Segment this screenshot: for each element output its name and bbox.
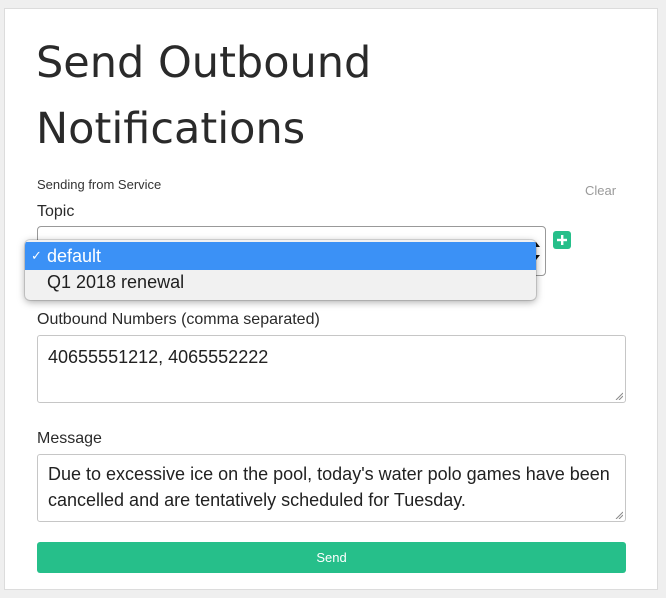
topic-label: Topic [37, 203, 75, 220]
topic-option-default[interactable]: ✓ default [25, 242, 536, 270]
message-field[interactable]: Due to excessive ice on the pool, today'… [37, 454, 626, 522]
add-topic-button[interactable] [553, 231, 571, 249]
resize-handle-icon[interactable] [615, 511, 623, 519]
checkmark-icon: ✓ [31, 248, 42, 263]
page-title: Send Outbound Notifications [36, 38, 372, 154]
topic-option-q1-2018-renewal[interactable]: Q1 2018 renewal [25, 268, 536, 296]
send-button[interactable]: Send [37, 542, 626, 573]
topic-dropdown-menu: ✓ default Q1 2018 renewal [25, 240, 536, 300]
outbound-numbers-field[interactable]: 40655551212, 4065552222 [37, 335, 626, 403]
plus-icon [557, 235, 567, 245]
clear-link[interactable]: Clear [585, 183, 616, 198]
outbound-numbers-label: Outbound Numbers (comma separated) [37, 311, 320, 328]
message-value: Due to excessive ice on the pool, today'… [48, 464, 610, 510]
topic-option-label: default [47, 246, 102, 266]
resize-handle-icon[interactable] [615, 392, 623, 400]
service-label: Sending from Service [37, 177, 162, 192]
message-label: Message [37, 430, 102, 447]
outbound-numbers-value: 40655551212, 4065552222 [48, 347, 269, 367]
topic-option-label: Q1 2018 renewal [47, 272, 185, 292]
